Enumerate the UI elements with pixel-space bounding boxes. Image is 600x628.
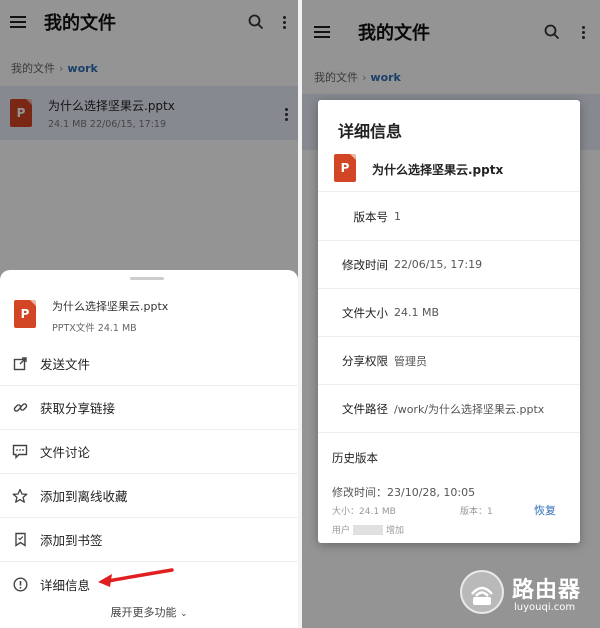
- expand-more-button[interactable]: 展开更多功能 ⌄: [0, 604, 298, 620]
- menu-item-label: 文件讨论: [40, 445, 91, 460]
- menu-item-label: 详细信息: [40, 577, 91, 593]
- sheet-file-meta: PPTX文件 24.1 MB: [52, 323, 137, 334]
- history-user-prefix: 用户: [332, 526, 351, 536]
- menu-item-label: 获取分享链接: [40, 401, 116, 416]
- detail-key: 修改时间: [342, 257, 388, 272]
- share-out-icon: [13, 357, 27, 371]
- dialog-file-header: P 为什么选择坚果云.pptx: [318, 146, 580, 192]
- info-icon: [12, 576, 28, 592]
- menu-item-bookmark[interactable]: 添加到书签: [0, 518, 298, 562]
- menu-item-label: 添加到离线收藏: [40, 489, 128, 504]
- detail-value: 24.1 MB: [394, 306, 440, 319]
- comment-icon: [12, 444, 28, 459]
- bookmark-icon: [14, 532, 26, 547]
- router-logo-icon: [460, 570, 504, 614]
- star-icon: [12, 488, 28, 503]
- detail-key: 文件大小: [342, 305, 388, 320]
- detail-value: 管理员: [394, 354, 427, 368]
- detail-row-path: 文件路径 /work/为什么选择坚果云.pptx: [318, 385, 580, 433]
- history-user: 用户 增加: [332, 523, 404, 536]
- detail-key: 分享权限: [342, 353, 388, 368]
- history-info: 大小：24.1 MB 版本：1: [332, 504, 562, 517]
- watermark-title: 路由器: [512, 578, 582, 603]
- chevron-down-icon: ⌄: [179, 609, 188, 619]
- detail-value[interactable]: /work/为什么选择坚果云.pptx: [388, 401, 544, 417]
- link-icon: [13, 403, 27, 412]
- watermark: 路由器 luyouqi.com: [458, 566, 600, 622]
- left-screen: 我的文件 我的文件 › work P 为什么选择坚果云.pptx 24.1 MB…: [0, 0, 298, 628]
- detail-row-modified: 修改时间 22/06/15, 17:19: [318, 241, 580, 289]
- menu-item-label: 发送文件: [40, 357, 91, 372]
- detail-value: 1: [394, 210, 401, 223]
- right-screen: 我的文件 我的文件 › work 详细信息 P 为什么选择坚果云.pptx 版本…: [302, 0, 600, 628]
- expand-more-label: 展开更多功能: [110, 606, 177, 619]
- sheet-file-header: P 为什么选择坚果云.pptx PPTX文件 24.1 MB: [0, 290, 298, 340]
- detail-row-permission: 分享权限 管理员: [318, 337, 580, 385]
- detail-row-version: 版本号 1: [318, 193, 580, 241]
- red-arrow-annotation: [98, 568, 174, 587]
- history-title: 历史版本: [332, 451, 378, 465]
- menu-item-share-link[interactable]: 获取分享链接: [0, 386, 298, 430]
- menu-item-discussion[interactable]: 文件讨论: [0, 430, 298, 474]
- drag-handle[interactable]: [130, 277, 164, 280]
- history-modified: 修改时间：23/10/28, 10:05: [332, 486, 476, 499]
- menu-item-label: 添加到书签: [40, 533, 103, 548]
- dialog-file-name: 为什么选择坚果云.pptx: [372, 163, 504, 177]
- detail-row-size: 文件大小 24.1 MB: [318, 289, 580, 337]
- detail-key: 版本号: [353, 209, 389, 224]
- sheet-file-name: 为什么选择坚果云.pptx: [52, 300, 169, 313]
- pptx-file-icon: P: [334, 154, 356, 182]
- history-version: 版本：1: [460, 507, 493, 517]
- details-dialog: 详细信息 P 为什么选择坚果云.pptx 版本号 1 修改时间 22/06/15…: [318, 100, 580, 543]
- redacted-username: [353, 524, 384, 535]
- history-size: 大小：24.1 MB: [332, 507, 396, 517]
- menu-item-offline-favorite[interactable]: 添加到离线收藏: [0, 474, 298, 518]
- menu-item-send-file[interactable]: 发送文件: [0, 342, 298, 386]
- detail-key: 文件路径: [342, 401, 388, 416]
- dialog-title: 详细信息: [338, 122, 403, 141]
- detail-value: 22/06/15, 17:19: [394, 258, 483, 271]
- pptx-file-icon: P: [14, 300, 36, 328]
- watermark-url: luyouqi.com: [514, 602, 576, 613]
- history-user-suffix: 增加: [386, 526, 405, 536]
- restore-button[interactable]: 恢复: [534, 502, 556, 518]
